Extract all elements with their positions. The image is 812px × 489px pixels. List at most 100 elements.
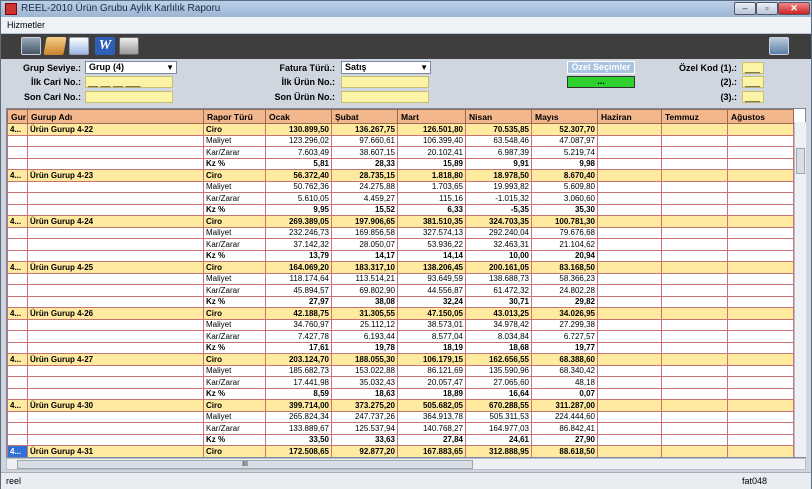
table-cell[interactable]: Kz % [203,387,266,400]
table-cell[interactable]: 17,61 [265,341,332,354]
table-cell[interactable] [597,295,662,308]
table-cell[interactable]: 42.188,75 [265,307,332,320]
table-cell[interactable]: 8,59 [265,387,332,400]
table-cell[interactable] [727,387,794,400]
horizontal-scrollbar[interactable]: III [6,458,806,470]
column-header[interactable]: Ağustos [727,109,794,124]
table-cell[interactable] [597,157,662,170]
table-cell[interactable] [727,180,794,193]
table-row[interactable]: Maliyet 118.174,64 113.514,21 93.649,59 138.… [7,272,794,285]
table-cell[interactable] [27,180,204,193]
table-cell[interactable]: 29,82 [531,295,598,308]
table-cell[interactable] [661,134,728,147]
vertical-scroll-thumb[interactable] [796,148,805,174]
table-cell[interactable]: 56.372,40 [265,169,332,182]
table-cell[interactable]: 79.676,68 [531,226,598,239]
column-header[interactable]: Haziran [597,109,662,124]
table-row[interactable]: Kz % 33,50 33,63 27,84 24,61 27,90 [7,433,794,446]
column-header[interactable]: Mart [397,109,466,124]
table-cell[interactable]: Maliyet [203,226,266,239]
table-cell[interactable]: Maliyet [203,364,266,377]
table-cell[interactable] [727,318,794,331]
table-cell[interactable]: 27,84 [397,433,466,446]
table-cell[interactable]: 4... [7,261,28,274]
table-cell[interactable]: 61.472,32 [465,284,532,297]
table-cell[interactable] [7,249,28,262]
word-export-icon[interactable]: W [95,37,115,55]
table-cell[interactable]: 52.307,70 [531,123,598,136]
table-cell[interactable] [727,134,794,147]
table-cell[interactable]: 24.802,28 [531,284,598,297]
table-cell[interactable]: 324.703,35 [465,215,532,228]
table-cell[interactable] [727,272,794,285]
table-row[interactable]: 4... Ürün Gurup 4-24 Ciro 269.389,05 197.906… [7,215,794,228]
table-row[interactable]: Kar/Zarar 7.603,49 38.607,15 20.102,41 6.987… [7,146,794,159]
table-cell[interactable]: 8.670,40 [531,169,598,182]
table-cell[interactable]: 6,33 [397,203,466,216]
table-cell[interactable] [661,445,728,457]
table-cell[interactable]: 169.856,58 [331,226,398,239]
table-cell[interactable] [597,261,662,274]
table-cell[interactable] [727,376,794,389]
ilk-urun-field[interactable] [341,76,429,88]
table-cell[interactable]: Ürün Gurup 4-31 [27,445,204,457]
table-cell[interactable]: 1.703,65 [397,180,466,193]
table-cell[interactable] [727,399,794,412]
table-cell[interactable]: 14,17 [331,249,398,262]
table-cell[interactable] [27,318,204,331]
table-cell[interactable] [661,318,728,331]
table-cell[interactable]: 265.824,34 [265,410,332,423]
table-cell[interactable]: Ciro [203,445,266,457]
table-cell[interactable]: 4... [7,307,28,320]
ozel-kod2-field[interactable]: ___ [742,76,764,88]
table-cell[interactable] [7,192,28,205]
table-cell[interactable]: 8.577,04 [397,330,466,343]
table-cell[interactable]: 5.219,74 [531,146,598,159]
table-cell[interactable] [661,215,728,228]
table-cell[interactable]: 7.427,78 [265,330,332,343]
table-cell[interactable] [727,215,794,228]
table-cell[interactable]: 106.399,40 [397,134,466,147]
chart-icon[interactable] [69,37,89,55]
table-cell[interactable] [727,445,794,457]
table-cell[interactable]: 197.906,65 [331,215,398,228]
table-cell[interactable] [597,134,662,147]
table-cell[interactable]: Ürün Gurup 4-30 [27,399,204,412]
table-cell[interactable] [597,192,662,205]
table-cell[interactable] [727,123,794,136]
table-cell[interactable]: Ürün Gurup 4-24 [27,215,204,228]
table-cell[interactable]: Maliyet [203,318,266,331]
table-row[interactable]: Maliyet 185.682,73 153.022,88 86.121,69 135.… [7,364,794,377]
table-cell[interactable]: 27.065,60 [465,376,532,389]
table-cell[interactable]: 10,00 [465,249,532,262]
table-cell[interactable]: 9,95 [265,203,332,216]
table-cell[interactable] [661,341,728,354]
table-cell[interactable] [661,157,728,170]
table-cell[interactable]: 312.888,95 [465,445,532,457]
table-cell[interactable]: 17.441,98 [265,376,332,389]
table-cell[interactable]: 38,08 [331,295,398,308]
table-cell[interactable]: Ciro [203,261,266,274]
table-cell[interactable]: Kz % [203,295,266,308]
table-cell[interactable] [7,364,28,377]
table-cell[interactable] [727,203,794,216]
printer-icon[interactable] [119,37,139,55]
table-cell[interactable]: 20.102,41 [397,146,466,159]
table-cell[interactable] [27,249,204,262]
table-cell[interactable]: 92.877,20 [331,445,398,457]
column-header[interactable]: Temmuz [661,109,728,124]
table-cell[interactable] [7,330,28,343]
table-cell[interactable] [727,410,794,423]
table-cell[interactable]: 167.883,65 [397,445,466,457]
table-cell[interactable]: 203.124,70 [265,353,332,366]
table-cell[interactable]: 19,77 [531,341,598,354]
table-row[interactable]: Kar/Zarar 7.427,78 6.193,44 8.577,04 8.034,8… [7,330,794,343]
table-cell[interactable]: Kar/Zarar [203,284,266,297]
table-cell[interactable] [727,364,794,377]
table-cell[interactable]: 28,33 [331,157,398,170]
table-cell[interactable]: 135.590,96 [465,364,532,377]
table-cell[interactable] [597,203,662,216]
table-cell[interactable]: 505.311,53 [465,410,532,423]
table-cell[interactable] [7,376,28,389]
table-cell[interactable] [661,433,728,446]
